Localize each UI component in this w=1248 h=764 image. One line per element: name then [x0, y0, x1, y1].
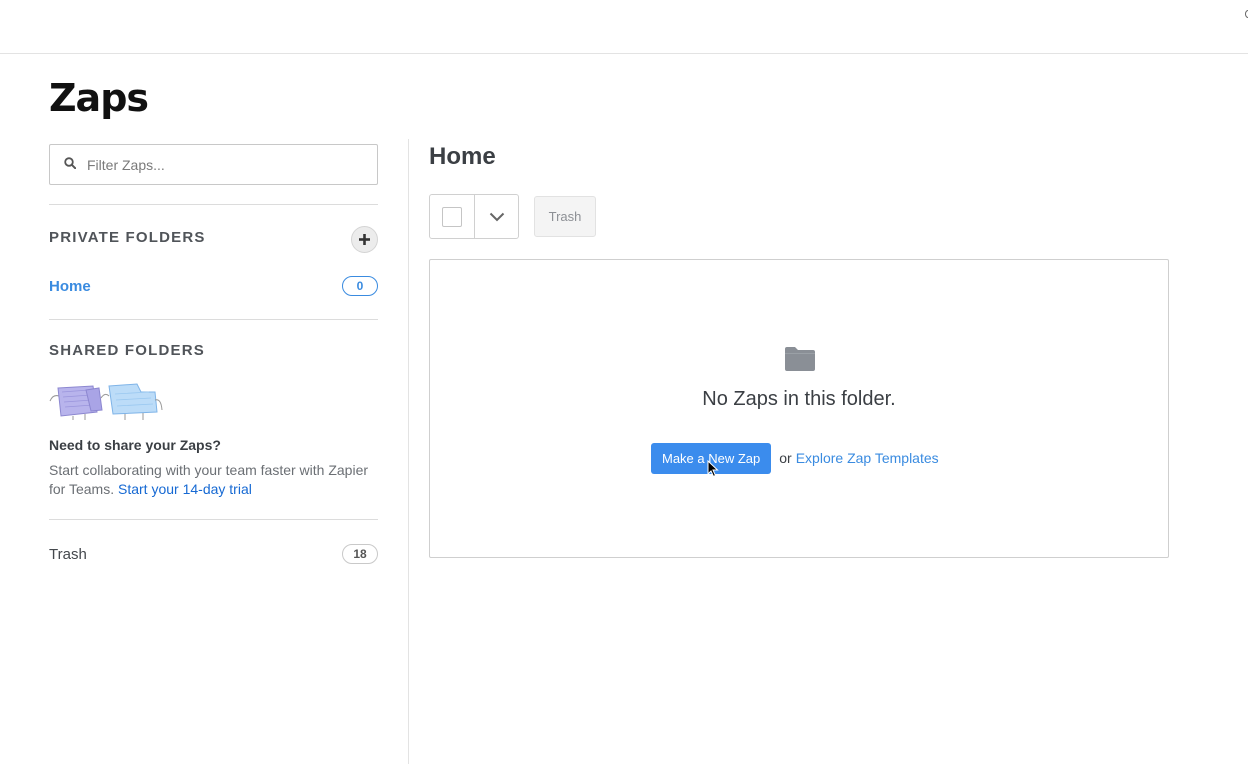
shared-folders-title: SHARED FOLDERS: [49, 342, 205, 359]
top-bar: [0, 0, 1248, 54]
count-badge: 0: [342, 276, 378, 296]
share-question: Need to share your Zaps?: [49, 437, 221, 453]
bulk-actions-dropdown[interactable]: [475, 195, 518, 238]
sidebar: PRIVATE FOLDERS Home 0 SHARED FOLDERS Ne…: [49, 144, 378, 565]
shared-folders-header: SHARED FOLDERS: [49, 342, 378, 364]
chevron-down-icon: [489, 212, 504, 221]
divider: [49, 319, 378, 320]
sidebar-item-label: Trash: [49, 545, 87, 563]
select-all-checkbox[interactable]: [442, 206, 462, 227]
divider: [49, 519, 378, 520]
vertical-divider: [408, 139, 409, 764]
divider: [49, 204, 378, 205]
page-title: Zaps: [49, 76, 149, 120]
filter-input[interactable]: [87, 145, 372, 184]
mouse-cursor-icon: [707, 460, 719, 478]
filter-zaps[interactable]: [49, 144, 378, 185]
shared-folders-illustration: [49, 383, 163, 420]
folder-title: Home: [429, 143, 496, 170]
sidebar-item-trash[interactable]: Trash 18: [49, 543, 378, 565]
sidebar-item-label: Home: [49, 277, 91, 295]
or-text: or: [779, 450, 792, 466]
trash-button[interactable]: Trash: [534, 196, 596, 237]
explore-templates-link[interactable]: Explore Zap Templates: [796, 450, 939, 466]
trial-link[interactable]: Start your 14-day trial: [118, 481, 252, 497]
select-all[interactable]: [430, 195, 475, 238]
plus-icon: [359, 234, 370, 245]
sidebar-item-home[interactable]: Home 0: [49, 275, 378, 297]
search-icon: [64, 157, 76, 169]
folder-icon: [785, 347, 815, 371]
share-description: Start collaborating with your team faste…: [49, 461, 378, 499]
add-folder-button[interactable]: [351, 226, 378, 253]
empty-actions: Make a New Zap or Explore Zap Templates: [651, 442, 939, 474]
bulk-select: [429, 194, 519, 239]
private-folders-title: PRIVATE FOLDERS: [49, 229, 206, 246]
count-badge: 18: [342, 544, 378, 564]
private-folders-header: PRIVATE FOLDERS: [49, 226, 378, 253]
empty-state-panel: No Zaps in this folder. Make a New Zap o…: [429, 259, 1169, 558]
empty-message: No Zaps in this folder.: [702, 388, 896, 410]
